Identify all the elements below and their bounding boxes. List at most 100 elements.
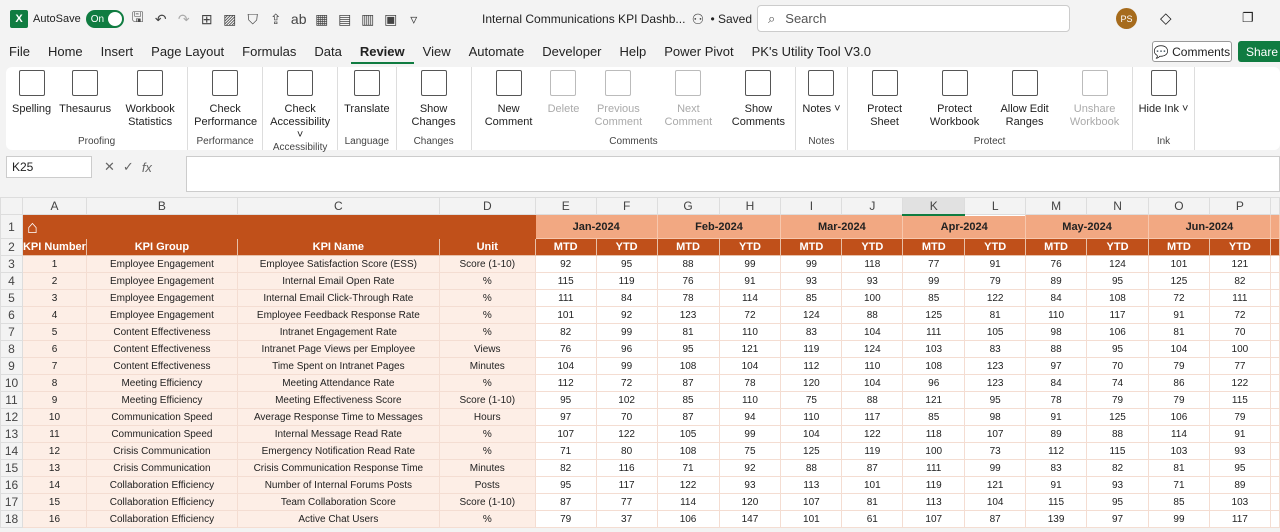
value-cell[interactable]: 76 bbox=[534, 340, 597, 358]
workbook-statistics-button[interactable]: Workbook Statistics bbox=[115, 67, 185, 136]
kpi-name-cell[interactable]: Meeting Effectiveness Score bbox=[236, 391, 440, 409]
kpi-name-cell[interactable]: Employee Feedback Response Rate bbox=[236, 306, 440, 324]
value-cell[interactable]: 95 bbox=[1086, 340, 1149, 358]
calculator-icon[interactable]: ▤ bbox=[336, 11, 354, 28]
comments-button[interactable]: 💬 Comments bbox=[1152, 41, 1232, 62]
value-cell[interactable]: 111 bbox=[1208, 289, 1271, 307]
value-cell[interactable]: 37 bbox=[595, 510, 658, 528]
value-cell[interactable]: 104 bbox=[841, 374, 904, 392]
value-cell[interactable]: 97 bbox=[1025, 357, 1088, 375]
value-cell[interactable]: 89 bbox=[1208, 476, 1271, 494]
value-cell[interactable]: 108 bbox=[656, 442, 720, 460]
customize-qat-icon[interactable]: ▿ bbox=[405, 11, 423, 28]
column-header-C[interactable]: C bbox=[236, 197, 440, 215]
column-header-A[interactable]: A bbox=[21, 197, 87, 215]
empty-cell[interactable] bbox=[1269, 391, 1280, 409]
empty-cell[interactable] bbox=[1269, 374, 1280, 392]
tab-formulas[interactable]: Formulas bbox=[233, 40, 305, 64]
value-cell[interactable]: 99 bbox=[964, 459, 1027, 477]
value-cell[interactable]: 100 bbox=[841, 289, 904, 307]
value-cell[interactable]: 122 bbox=[964, 289, 1027, 307]
value-cell[interactable]: 101 bbox=[1147, 255, 1210, 273]
value-cell[interactable]: 122 bbox=[841, 425, 904, 443]
column-header-K[interactable]: K bbox=[902, 197, 966, 216]
tab-help[interactable]: Help bbox=[611, 40, 656, 64]
new-comment-button[interactable]: New Comment bbox=[474, 67, 544, 136]
value-cell[interactable]: 119 bbox=[841, 442, 904, 460]
value-cell[interactable]: 124 bbox=[841, 340, 904, 358]
value-cell[interactable]: 79 bbox=[534, 510, 597, 528]
image-icon[interactable]: ▨ bbox=[221, 11, 239, 28]
value-cell[interactable]: 117 bbox=[841, 408, 904, 426]
row-header[interactable]: 10 bbox=[0, 374, 23, 392]
value-cell[interactable]: 99 bbox=[595, 357, 658, 375]
kpi-group-cell[interactable]: Communication Speed bbox=[85, 408, 238, 426]
value-cell[interactable]: 83 bbox=[964, 340, 1027, 358]
unit-cell[interactable]: % bbox=[438, 374, 536, 392]
kpi-number-cell[interactable]: 8 bbox=[21, 374, 87, 392]
value-cell[interactable]: 99 bbox=[1147, 510, 1210, 528]
value-cell[interactable]: 99 bbox=[595, 323, 658, 341]
value-cell[interactable]: 110 bbox=[780, 408, 843, 426]
unit-cell[interactable]: % bbox=[438, 289, 536, 307]
value-cell[interactable]: 110 bbox=[841, 357, 904, 375]
value-cell[interactable]: 104 bbox=[534, 357, 597, 375]
empty-cell[interactable] bbox=[1269, 442, 1280, 460]
value-cell[interactable]: 75 bbox=[718, 442, 782, 460]
kpi-number-cell[interactable]: 1 bbox=[21, 255, 87, 273]
value-cell[interactable]: 99 bbox=[718, 425, 782, 443]
kpi-name-cell[interactable]: Internal Email Open Rate bbox=[236, 272, 440, 290]
kpi-name-cell[interactable]: Meeting Attendance Rate bbox=[236, 374, 440, 392]
value-cell[interactable]: 82 bbox=[534, 323, 597, 341]
row-header[interactable]: 6 bbox=[0, 306, 23, 324]
kpi-number-cell[interactable]: 12 bbox=[21, 442, 87, 460]
column-header-Q[interactable] bbox=[1269, 197, 1280, 215]
value-cell[interactable]: 123 bbox=[964, 357, 1027, 375]
kpi-number-cell[interactable]: 16 bbox=[21, 510, 87, 528]
value-cell[interactable]: 119 bbox=[780, 340, 843, 358]
value-cell[interactable]: 122 bbox=[595, 425, 658, 443]
unit-cell[interactable]: Score (1-10) bbox=[438, 255, 536, 273]
kpi-number-cell[interactable]: 6 bbox=[21, 340, 87, 358]
cancel-icon[interactable]: ✕ bbox=[104, 159, 115, 175]
value-cell[interactable]: 107 bbox=[964, 425, 1027, 443]
empty-cell[interactable] bbox=[1269, 289, 1280, 307]
kpi-number-cell[interactable]: 14 bbox=[21, 476, 87, 494]
value-cell[interactable]: 100 bbox=[1208, 340, 1271, 358]
tab-pk-s-utility-tool-v3-0[interactable]: PK's Utility Tool V3.0 bbox=[743, 40, 880, 64]
row-header[interactable]: 2 bbox=[0, 238, 23, 256]
value-cell[interactable]: 81 bbox=[841, 493, 904, 511]
kpi-group-cell[interactable]: Meeting Efficiency bbox=[85, 374, 238, 392]
share-button[interactable]: Share bbox=[1238, 41, 1280, 62]
kpi-name-cell[interactable]: Internal Message Read Rate bbox=[236, 425, 440, 443]
value-cell[interactable]: 70 bbox=[1086, 357, 1149, 375]
row-header[interactable]: 8 bbox=[0, 340, 23, 358]
value-cell[interactable]: 108 bbox=[902, 357, 966, 375]
row-header[interactable]: 17 bbox=[0, 493, 23, 511]
tab-review[interactable]: Review bbox=[350, 40, 414, 64]
empty-cell[interactable] bbox=[1269, 306, 1280, 324]
delete-comment-button[interactable]: Delete bbox=[544, 67, 584, 136]
value-cell[interactable]: 77 bbox=[595, 493, 658, 511]
row-header[interactable]: 13 bbox=[0, 425, 23, 443]
borders-icon[interactable]: ⊞ bbox=[198, 11, 216, 28]
value-cell[interactable]: 117 bbox=[1208, 510, 1271, 528]
value-cell[interactable]: 88 bbox=[1086, 425, 1149, 443]
value-cell[interactable]: 95 bbox=[595, 255, 658, 273]
column-header-O[interactable]: O bbox=[1147, 197, 1210, 215]
value-cell[interactable]: 101 bbox=[780, 510, 843, 528]
value-cell[interactable]: 81 bbox=[656, 323, 720, 341]
row-header[interactable]: 12 bbox=[0, 408, 23, 426]
kpi-name-cell[interactable]: Average Response Time to Messages bbox=[236, 408, 440, 426]
column-header-N[interactable]: N bbox=[1086, 197, 1149, 215]
check-performance-button[interactable]: Check Performance bbox=[190, 67, 260, 136]
tab-developer[interactable]: Developer bbox=[533, 40, 610, 64]
row-header[interactable]: 5 bbox=[0, 289, 23, 307]
autosave-toggle[interactable]: On bbox=[85, 10, 124, 28]
value-cell[interactable]: 77 bbox=[1208, 357, 1271, 375]
kpi-group-cell[interactable]: Employee Engagement bbox=[85, 255, 238, 273]
value-cell[interactable]: 85 bbox=[1147, 493, 1210, 511]
value-cell[interactable]: 99 bbox=[718, 255, 782, 273]
kpi-number-cell[interactable]: 13 bbox=[21, 459, 87, 477]
value-cell[interactable]: 108 bbox=[656, 357, 720, 375]
